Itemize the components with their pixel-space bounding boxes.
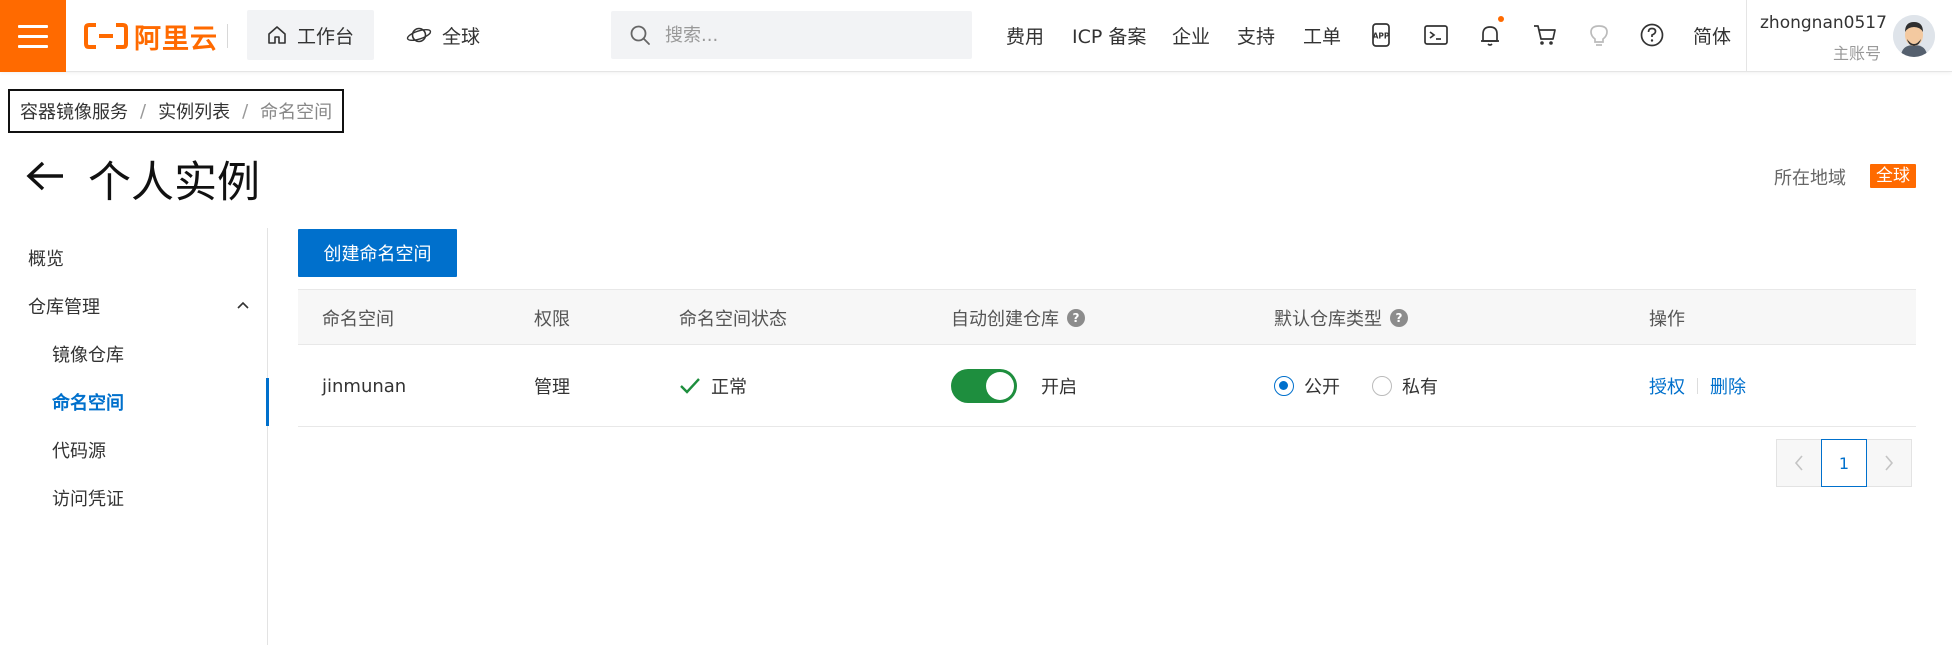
public-radio[interactable] <box>1274 376 1294 396</box>
user-role: 主账号 <box>1832 44 1881 63</box>
workbench-label: 工作台 <box>297 25 355 48</box>
auto-create-cell: 开启 <box>951 345 1077 427</box>
default-type-cell: 公开 私有 <box>1274 345 1460 427</box>
public-radio-label[interactable]: 公开 <box>1304 373 1340 399</box>
svg-text:APP: APP <box>1373 32 1390 41</box>
auto-create-toggle[interactable] <box>951 369 1017 403</box>
column-header-actions: 操作 <box>1649 309 1685 330</box>
create-namespace-button[interactable]: 创建命名空间 <box>298 229 457 277</box>
table-header: 命名空间 权限 命名空间状态 自动创建仓库 ? 默认仓库类型 ? 操作 <box>298 289 1916 345</box>
notification-dot <box>1498 16 1504 22</box>
workbench-button[interactable]: 工作台 <box>247 10 375 60</box>
sidebar-item-namespace[interactable]: 命名空间 <box>0 378 269 426</box>
check-icon <box>680 378 700 394</box>
planet-icon <box>406 27 432 43</box>
sidebar-item-label: 仓库管理 <box>28 297 100 318</box>
app-icon[interactable]: APP <box>1368 22 1394 48</box>
global-label: 全球 <box>442 25 481 48</box>
chevron-right-icon <box>1885 455 1894 471</box>
logo-divider <box>227 24 228 48</box>
cart-icon[interactable] <box>1532 22 1558 48</box>
help-icon[interactable]: ? <box>1390 309 1408 327</box>
icp-filing-link[interactable]: ICP 备案 <box>1072 22 1146 49</box>
logo-text: 阿里云 <box>134 23 218 55</box>
help-circle-icon[interactable] <box>1639 22 1665 48</box>
menu-icon[interactable] <box>0 0 66 72</box>
authorize-link[interactable]: 授权 <box>1649 373 1685 399</box>
sidebar-item-image-repo[interactable]: 镜像仓库 <box>0 330 268 378</box>
language-switch[interactable]: 简体 <box>1693 22 1731 49</box>
global-region-button[interactable]: 全球 <box>386 10 500 60</box>
column-header-default-type: 默认仓库类型 ? <box>1274 290 1408 346</box>
sidebar-item-label: 访问凭证 <box>52 489 124 510</box>
column-header-status: 命名空间状态 <box>679 309 787 330</box>
column-header-auto-create: 自动创建仓库 ? <box>951 290 1085 346</box>
breadcrumb-item-registry[interactable]: 容器镜像服务 <box>20 98 128 124</box>
column-header-permission: 权限 <box>534 309 570 330</box>
chevron-up-icon <box>237 301 249 309</box>
private-radio[interactable] <box>1372 376 1392 396</box>
auto-create-label: 开启 <box>1041 377 1077 398</box>
user-name[interactable]: zhongnan0517 <box>1760 13 1887 33</box>
search-box[interactable] <box>611 11 972 59</box>
actions-cell: 授权 删除 <box>1649 345 1746 427</box>
sidebar-item-label: 镜像仓库 <box>52 345 124 366</box>
breadcrumb-item-current: 命名空间 <box>260 102 333 123</box>
search-input[interactable] <box>665 24 945 46</box>
region-badge[interactable]: 全球 <box>1870 164 1916 188</box>
breadcrumb-separator: / <box>242 100 249 122</box>
table-row: jinmunan 管理 正常 开启 公开 私有 授权 删除 <box>298 345 1916 427</box>
billing-link[interactable]: 费用 <box>1006 22 1044 49</box>
permission-value: 管理 <box>534 377 570 398</box>
support-link[interactable]: 支持 <box>1237 22 1275 49</box>
lightbulb-icon[interactable] <box>1586 22 1612 48</box>
bell-icon[interactable] <box>1477 22 1503 48</box>
namespace-name: jinmunan <box>322 375 407 397</box>
search-icon <box>630 25 650 45</box>
ticket-link[interactable]: 工单 <box>1303 22 1341 49</box>
sidebar-item-overview[interactable]: 概览 <box>0 234 268 282</box>
breadcrumb-separator: / <box>140 100 147 122</box>
pagination: 1 <box>1776 439 1912 487</box>
breadcrumb: 容器镜像服务 / 实例列表 / 命名空间 <box>8 89 345 133</box>
sidebar-item-label: 概览 <box>28 249 64 270</box>
sidebar-item-code-source[interactable]: 代码源 <box>0 426 268 474</box>
help-icon[interactable]: ? <box>1067 309 1085 327</box>
user-divider <box>1746 0 1747 72</box>
sidebar-item-access-credential[interactable]: 访问凭证 <box>0 474 268 522</box>
delete-link[interactable]: 删除 <box>1710 373 1746 399</box>
sidebar-item-label: 代码源 <box>52 441 106 462</box>
terminal-icon[interactable] <box>1423 22 1449 48</box>
top-navigation-bar: 阿里云 工作台 全球 费用 ICP 备案 企业 支持 工单 APP <box>0 0 1952 72</box>
avatar[interactable] <box>1893 15 1935 57</box>
page-title: 个人实例 <box>88 158 260 208</box>
aliyun-logo[interactable]: 阿里云 <box>84 18 218 55</box>
next-page-button[interactable] <box>1866 439 1912 487</box>
home-icon <box>268 26 286 44</box>
user-avatar-icon <box>1893 15 1935 57</box>
sidebar-item-label: 命名空间 <box>52 393 124 414</box>
chevron-left-icon <box>1794 455 1803 471</box>
back-arrow-icon[interactable] <box>26 158 66 194</box>
enterprise-link[interactable]: 企业 <box>1172 22 1210 49</box>
toggle-knob <box>986 372 1014 400</box>
action-divider <box>1697 378 1698 394</box>
sidebar: 概览 仓库管理 镜像仓库 命名空间 代码源 访问凭证 <box>0 228 269 645</box>
private-radio-label[interactable]: 私有 <box>1402 373 1438 399</box>
page-number-button[interactable]: 1 <box>1821 439 1867 487</box>
region-label: 所在地域 <box>1774 168 1846 189</box>
status-cell: 正常 <box>679 345 747 427</box>
breadcrumb-item-instances[interactable]: 实例列表 <box>158 98 230 124</box>
column-header-namespace: 命名空间 <box>322 309 394 330</box>
status-text: 正常 <box>711 377 747 398</box>
prev-page-button[interactable] <box>1776 439 1822 487</box>
sidebar-group-repo-management[interactable]: 仓库管理 <box>0 282 268 330</box>
aliyun-logo-mark-icon <box>84 23 128 49</box>
